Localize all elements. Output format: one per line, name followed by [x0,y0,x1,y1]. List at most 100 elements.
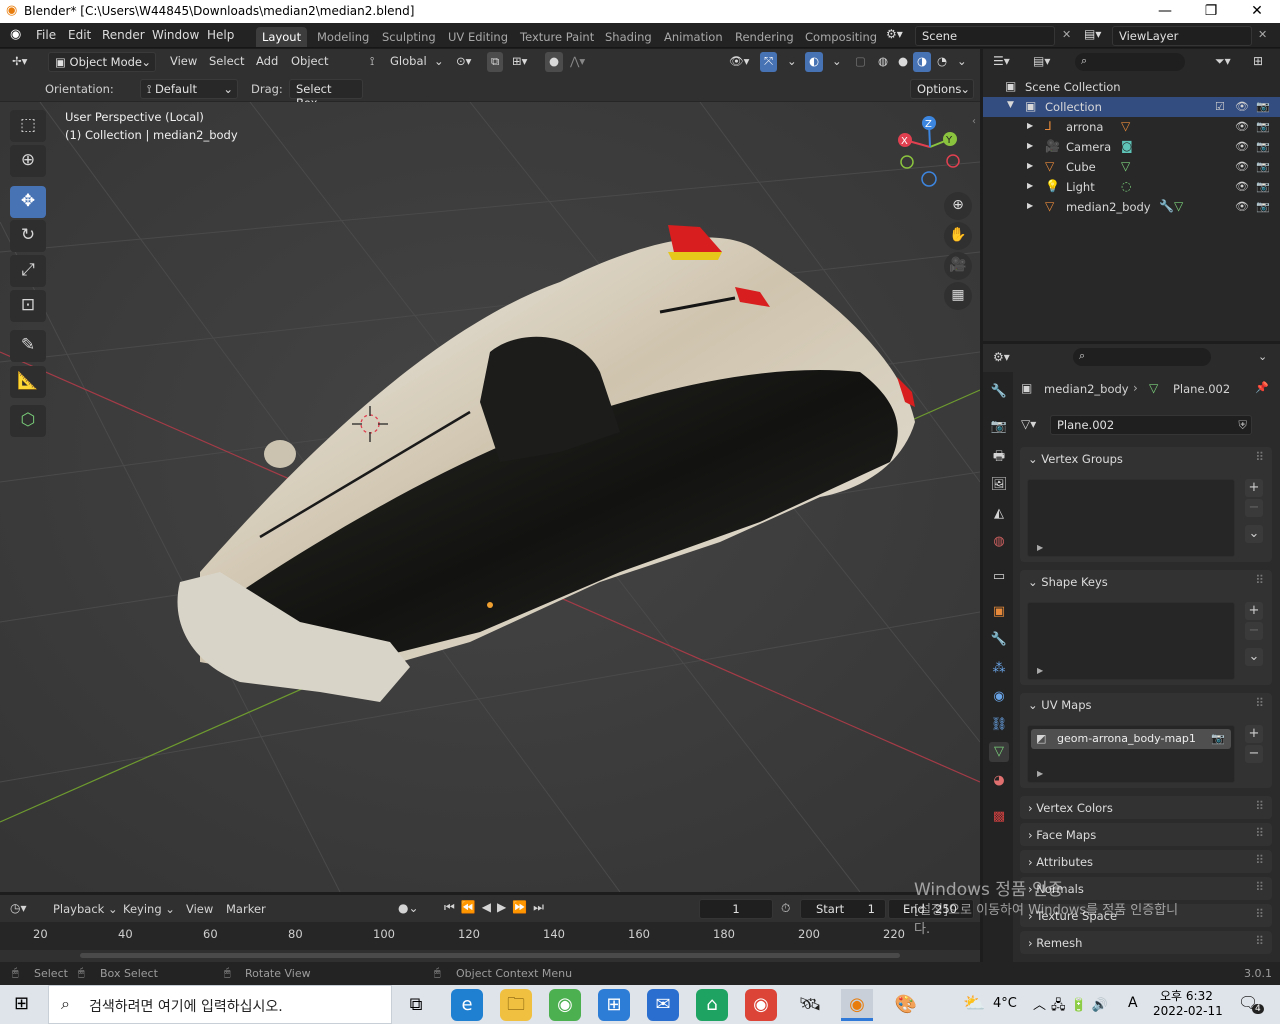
eye-icon[interactable]: 👁 [1235,200,1249,213]
remove-vertex-group-button[interactable]: − [1245,499,1263,517]
drag-dropdown[interactable]: Select Box⌄ [289,79,363,110]
uv-maps-header[interactable]: ⌄ UV Maps [1028,698,1092,712]
chevron-down-icon[interactable]: ⌄ [1258,350,1267,363]
outliner-row-arrona[interactable]: ▶ ⅃ arrona ▽ 👁 📷 [983,117,1280,137]
chevron-down-icon[interactable]: ⌄ [828,52,846,72]
clock-date[interactable]: 2022-02-11 [1153,1004,1223,1018]
fake-user-shield-icon[interactable]: ⛨ [1238,418,1247,433]
tab-sculpting[interactable]: Sculpting [376,27,442,47]
tab-rendering[interactable]: Rendering [729,27,800,47]
timeline-view-menu[interactable]: View [186,902,213,916]
drag-handle-icon[interactable]: ⠿ [1255,907,1264,921]
scene-selector-icon[interactable]: ⚙▾ [886,27,903,41]
overlay-toggle-icon[interactable]: ◐ [805,52,824,72]
keying-menu[interactable]: Keying ⌄ [123,902,175,916]
timeline-marker-menu[interactable]: Marker [226,902,266,916]
record-icon[interactable]: ●⌄ [398,901,419,915]
object-data-icon[interactable]: ◙ [1121,139,1133,153]
playback-menu[interactable]: Playback ⌄ [53,902,118,916]
texture-tab-icon[interactable]: ▩ [989,807,1009,827]
remove-uv-map-button[interactable]: − [1245,745,1263,763]
display-mode-icon[interactable]: ▤▾ [1033,54,1050,68]
gizmo-toggle-icon[interactable]: ⤧ [760,52,778,72]
add-vertex-group-button[interactable]: + [1245,479,1263,497]
expand-arrow-icon[interactable]: ▶ [1027,201,1033,210]
file-explorer-icon[interactable]: 🗀 [500,989,532,1021]
app-icon[interactable]: ⌂ [696,989,728,1021]
start-frame-field[interactable]: Start 1 [800,899,886,919]
filter-icon[interactable]: ⏷▾ [1215,54,1231,69]
mode-dropdown[interactable]: ▣ Object Mode ⌄ [48,52,156,72]
collection-tab-icon[interactable]: ▭ [989,567,1009,587]
add-uv-map-button[interactable]: + [1245,725,1263,743]
object-tab-icon[interactable]: ▣ [989,602,1009,622]
list-expand-icon[interactable]: ▶ [1037,543,1043,552]
list-expand-icon[interactable]: ▶ [1037,666,1043,675]
measure-tool-icon[interactable]: 📐 [10,366,46,398]
properties-editor-icon[interactable]: ⚙▾ [993,350,1010,364]
stopwatch-icon[interactable]: ⏱ [781,901,790,916]
tab-layout[interactable]: Layout [256,27,308,47]
expand-arrow-icon[interactable]: ▶ [1027,161,1033,170]
maximize-button[interactable]: ❐ [1188,0,1234,23]
minimize-button[interactable]: — [1142,0,1188,23]
remove-shape-key-button[interactable]: − [1245,622,1263,640]
rendered-shading-icon[interactable]: ◔ [933,52,951,72]
outliner-search-input[interactable]: ⌕ [1075,53,1185,71]
pin-icon[interactable]: 📌 [1255,381,1269,394]
outliner-row-collection[interactable]: ▼ ▣ Collection ☑ 👁 📷 [983,97,1280,117]
weather-temperature[interactable]: 4°C [993,996,1017,1011]
outliner-row-camera[interactable]: ▶ 🎥 Camera ◙ 👁 📷 [983,137,1280,157]
mesh-data-tab-icon[interactable]: ▽ [989,742,1009,762]
perspective-grid-icon[interactable]: ▦ [944,282,972,310]
exclude-checkbox[interactable]: ☑ [1215,100,1225,113]
view-layer-field[interactable]: ViewLayer [1112,26,1252,46]
annotate-tool-icon[interactable]: ✎ [10,330,46,362]
camera-view-icon[interactable]: 🎥 [944,252,972,280]
physics-tab-icon[interactable]: ◉ [989,687,1009,707]
render-camera-icon[interactable]: 📷 [1256,160,1270,173]
vertex-colors-panel[interactable]: › Vertex Colors ⠿ [1020,796,1272,819]
select-box-tool-icon[interactable]: ⬚ [10,110,46,142]
taskbar-search-box[interactable]: ⌕ 검색하려면 여기에 입력하십시오. [48,985,392,1024]
sidebar-toggle-icon[interactable]: ‹ [972,116,976,127]
xray-toggle-icon[interactable]: ▢ [851,52,870,72]
options-dropdown[interactable]: Options ⌄ [910,79,974,99]
visibility-icon[interactable]: 👁▾ [725,52,753,72]
proportional-edit-icon[interactable]: ● [545,52,564,72]
menu-add[interactable]: Add [252,52,282,72]
outliner-row-cube[interactable]: ▶ ▽ Cube ▽ 👁 📷 [983,157,1280,177]
face-maps-header[interactable]: › Face Maps [1028,828,1096,842]
object-data-icon[interactable]: ▽ [1121,119,1130,133]
mesh-browse-icon[interactable]: ▽▾ [1021,417,1036,431]
render-tab-icon[interactable]: 📷 [989,417,1009,437]
tab-texture-paint[interactable]: Texture Paint [514,27,600,47]
properties-search-input[interactable]: ⌕ [1073,348,1211,366]
timeline-ruler[interactable]: 20 40 60 80 100 120 140 160 180 200 220 [0,922,980,950]
eye-icon[interactable]: 👁 [1235,120,1249,133]
drag-handle-icon[interactable]: ⠿ [1255,826,1264,840]
particles-tab-icon[interactable]: ⁂ [989,659,1009,679]
drag-handle-icon[interactable]: ⠿ [1255,853,1264,867]
uv-map-item[interactable]: ◩ geom-arrona_body-map1 📷 [1031,729,1231,749]
chrome-icon-2[interactable]: ◉ [745,989,777,1021]
3d-viewport[interactable]: User Perspective (Local) (1) Collection … [0,102,980,892]
eye-icon[interactable]: 👁 [1235,160,1249,173]
mesh-datablock-field[interactable]: Plane.002 ⛨ [1050,415,1252,435]
editor-type-icon[interactable]: ✢▾ [8,52,31,72]
timeline-editor-icon[interactable]: ◷▾ [10,901,27,915]
close-button[interactable]: ✕ [1234,0,1280,23]
ime-indicator[interactable]: A [1128,995,1138,1011]
chevron-down-icon[interactable]: ⌄ [783,52,801,72]
orientation-icon[interactable]: ⟟ [366,52,378,72]
drag-handle-icon[interactable]: ⠿ [1255,573,1264,587]
eye-icon[interactable]: 👁 [1235,100,1249,113]
uv-maps-list[interactable]: ◩ geom-arrona_body-map1 📷 ▶ [1027,725,1235,783]
render-camera-icon[interactable]: 📷 [1256,100,1270,113]
outliner-row-light[interactable]: ▶ 💡 Light ◌ 👁 📷 [983,177,1280,197]
task-view-icon[interactable]: ⧉ [400,989,432,1021]
list-expand-icon[interactable]: ▶ [1037,769,1043,778]
face-maps-panel[interactable]: › Face Maps ⠿ [1020,823,1272,846]
orientation-dropdown[interactable]: ⟟ Default ⌄ [140,79,238,99]
eye-icon[interactable]: 👁 [1235,140,1249,153]
